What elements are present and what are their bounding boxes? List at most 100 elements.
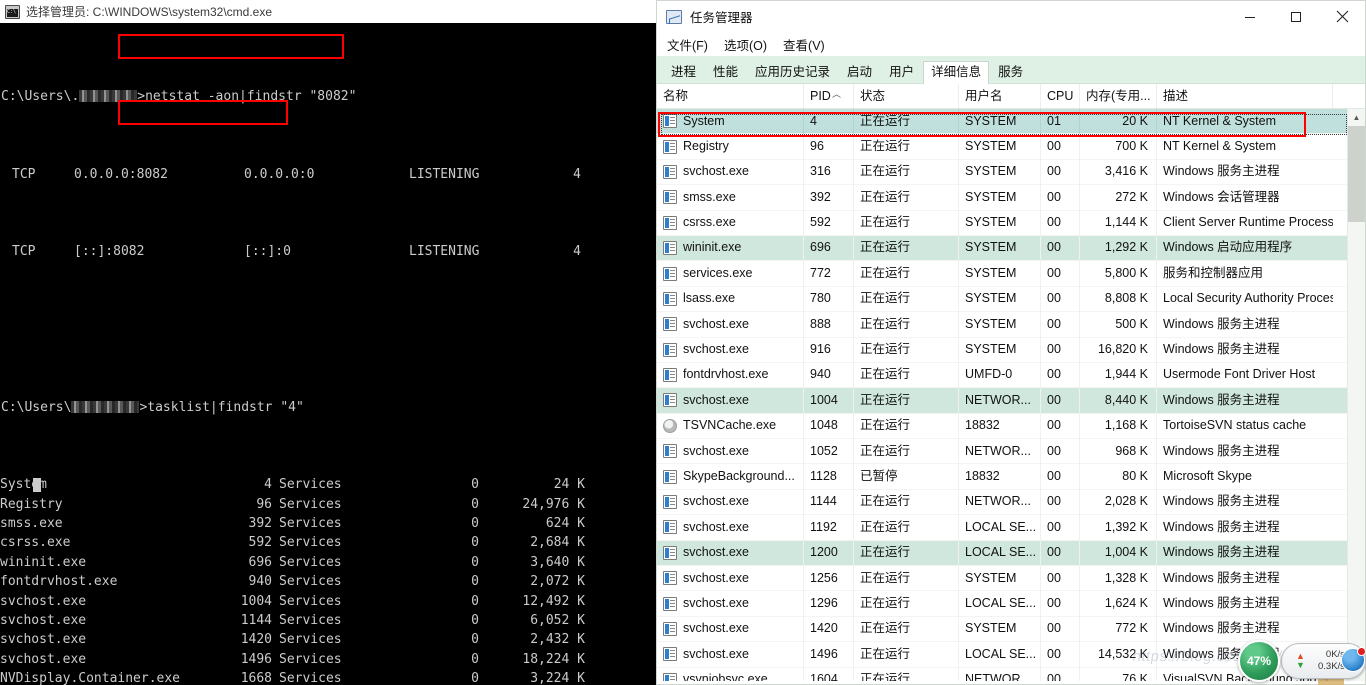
tasklist-image-name: System (0, 477, 47, 493)
column-header-label: 状态 (860, 89, 886, 103)
maximize-button[interactable] (1273, 1, 1319, 32)
table-row[interactable]: TSVNCache.exe 1048 正在运行 18832 00 1,168 K Torto… (657, 413, 1348, 440)
menu-file[interactable]: 文件(F) (667, 35, 708, 54)
tasklist-mem-usage: 2,684 K (530, 535, 585, 551)
column-header-2[interactable]: 状态 (854, 84, 959, 108)
table-row[interactable]: svchost.exe 1200 正在运行 LOCAL SE... 00 1,004 K W… (657, 540, 1348, 567)
cpu-usage-ball[interactable]: 47% (1238, 640, 1280, 682)
cmd-console-output[interactable]: C:\Users\. >netstat -aon|findstr "8082" T… (0, 23, 660, 685)
column-header-5[interactable]: 内存(专用... (1080, 84, 1157, 108)
tab-0[interactable]: 进程 (663, 61, 704, 84)
taskmgr-process-list[interactable]: System 4 正在运行 SYSTEM 01 20 K NT Kernel & Syste… (657, 109, 1348, 681)
table-row[interactable]: svchost.exe 1192 正在运行 LOCAL SE... 00 1,392 K W… (657, 514, 1348, 541)
cmd-tasklist-rows: System 4 Services 0 24 K Registry 96 Services 0 2… (0, 475, 660, 685)
column-header-3[interactable]: 用户名 (959, 84, 1041, 108)
tab-1[interactable]: 性能 (705, 61, 746, 84)
scrollbar-thumb[interactable] (1348, 126, 1365, 222)
cmd-tasklist-row: Registry 96 Services 0 24,976 K (0, 495, 660, 514)
process-pid: 1128 (804, 463, 854, 490)
scroll-up-arrow[interactable]: ▲ (1348, 109, 1365, 126)
process-icon (663, 545, 677, 560)
tasklist-image-name: NVDisplay.Container.exe (0, 671, 181, 685)
process-description: 服务和控制器应用 (1163, 265, 1264, 280)
process-name-label: wininit.exe (683, 240, 742, 255)
tasklist-image-name: svchost.exe (0, 613, 87, 628)
taskmgr-titlebar[interactable]: 任务管理器 (657, 1, 1365, 32)
process-cpu: 00 (1041, 616, 1080, 642)
menu-options[interactable]: 选项(O) (724, 35, 767, 54)
table-row[interactable]: csrss.exe 592 正在运行 SYSTEM 00 1,144 K Client Se… (657, 210, 1348, 236)
tab-3[interactable]: 启动 (839, 61, 880, 84)
tasklist-session-name: Services (279, 554, 342, 570)
close-button[interactable] (1319, 1, 1365, 32)
cmd-tasklist-row: smss.exe 392 Services 0 624 K (0, 514, 660, 533)
tasklist-mem-usage: 24 K (553, 477, 585, 493)
cmd-command-1: netstat -aon|findstr "8082" (145, 89, 357, 105)
process-cpu: 01 (1041, 109, 1080, 134)
process-description: Windows 服务主进程 (1163, 164, 1280, 179)
process-pid: 1420 (804, 616, 854, 642)
cmd-tasklist-row: NVDisplay.Container.exe 1668 Services 0 3,22… (0, 669, 660, 685)
tab-2[interactable]: 应用历史记录 (747, 61, 838, 84)
process-icon (663, 266, 677, 281)
process-user: SYSTEM (959, 210, 1041, 236)
process-name-label: csrss.exe (683, 215, 736, 230)
tasklist-session-name: Services (279, 651, 342, 667)
table-row[interactable]: System 4 正在运行 SYSTEM 01 20 K NT Kernel & Syste… (657, 109, 1348, 135)
process-name-label: System (683, 113, 725, 128)
menu-view[interactable]: 查看(V) (783, 35, 825, 54)
process-description: Windows 服务主进程 (1163, 570, 1280, 585)
table-row[interactable]: wininit.exe 696 正在运行 SYSTEM 00 1,292 K Windows… (657, 235, 1348, 262)
table-row[interactable]: svchost.exe 888 正在运行 SYSTEM 00 500 K Windows 服… (657, 311, 1348, 338)
table-row[interactable]: svchost.exe 1420 正在运行 SYSTEM 00 772 K Windows … (657, 616, 1348, 643)
table-row[interactable]: fontdrvhost.exe 940 正在运行 UMFD-0 00 1,944 K Use… (657, 362, 1348, 389)
table-row[interactable]: svchost.exe 316 正在运行 SYSTEM 00 3,416 K Windows… (657, 159, 1348, 186)
table-row[interactable]: svchost.exe 1144 正在运行 NETWOR... 00 2,028 K Win… (657, 489, 1348, 516)
process-name: wininit.exe (657, 235, 804, 261)
process-user: SYSTEM (959, 337, 1041, 363)
tasklist-session-name: Services (279, 613, 342, 628)
table-row[interactable]: svchost.exe 1296 正在运行 LOCAL SE... 00 1,624 K W… (657, 590, 1348, 617)
process-name: svchost.exe (657, 565, 804, 591)
column-header-0[interactable]: 名称 (657, 84, 804, 108)
minimize-button[interactable] (1227, 1, 1273, 32)
process-user: 18832 (959, 463, 1041, 490)
table-row[interactable]: svchost.exe 1052 正在运行 NETWOR... 00 968 K Windo… (657, 438, 1348, 465)
process-pid: 888 (804, 311, 854, 338)
cmd-prompt-2: C:\Users\ (1, 399, 72, 415)
process-cpu: 00 (1041, 337, 1080, 363)
table-row[interactable]: svchost.exe 1004 正在运行 NETWOR... 00 8,440 K Win… (657, 387, 1348, 414)
process-description: Local Security Authority Process (1163, 291, 1333, 306)
table-row[interactable]: lsass.exe 780 正在运行 SYSTEM 00 8,808 K Local Sec… (657, 286, 1348, 313)
table-row[interactable]: smss.exe 392 正在运行 SYSTEM 00 272 K Windows 会话管理… (657, 184, 1348, 211)
taskmgr-tabstrip: 进程 性能 应用历史记录 启动 用户 详细信息 服务 (657, 56, 1365, 84)
process-user: LOCAL SE... (959, 540, 1041, 566)
table-row[interactable]: Registry 96 正在运行 SYSTEM 00 700 K NT Kernel & S… (657, 133, 1348, 160)
table-row[interactable]: svchost.exe 916 正在运行 SYSTEM 00 16,820 K Window… (657, 337, 1348, 363)
process-name: svchost.exe (657, 311, 804, 338)
process-memory: 8,808 K (1080, 286, 1157, 312)
cmd-titlebar[interactable]: 选择管理员: C:\WINDOWS\system32\cmd.exe (0, 0, 660, 23)
process-status: 正在运行 (854, 540, 959, 566)
tasklist-session-num: 0 (471, 554, 479, 570)
table-row[interactable]: SkypeBackground... 1128 已暂停 18832 00 80 K Micr… (657, 463, 1348, 490)
column-header-1[interactable]: PID ︿ (804, 84, 854, 108)
process-cpu: 00 (1041, 514, 1080, 541)
process-cpu: 00 (1041, 260, 1080, 287)
column-header-4[interactable]: CPU (1041, 84, 1080, 108)
tab-4[interactable]: 用户 (881, 61, 922, 84)
table-row[interactable]: services.exe 772 正在运行 SYSTEM 00 5,800 K 服务和控制器… (657, 260, 1348, 287)
tasklist-mem-usage: 2,072 K (530, 574, 585, 590)
taskmgr-scrollbar[interactable]: ▲ (1347, 109, 1365, 681)
column-header-6[interactable]: 描述 (1157, 84, 1333, 108)
tasklist-image-name: Registry (0, 496, 63, 512)
ie-browser-icon[interactable] (1341, 647, 1366, 672)
tab-5[interactable]: 详细信息 (923, 60, 990, 84)
tab-6[interactable]: 服务 (990, 61, 1031, 84)
process-status: 正在运行 (854, 260, 959, 287)
table-row[interactable]: svchost.exe 1256 正在运行 SYSTEM 00 1,328 K Window… (657, 565, 1348, 592)
process-name-label: svchost.exe (683, 316, 750, 331)
process-cpu: 00 (1041, 362, 1080, 388)
process-description: Windows 服务主进程 (1163, 519, 1280, 534)
process-user: LOCAL SE... (959, 514, 1041, 541)
